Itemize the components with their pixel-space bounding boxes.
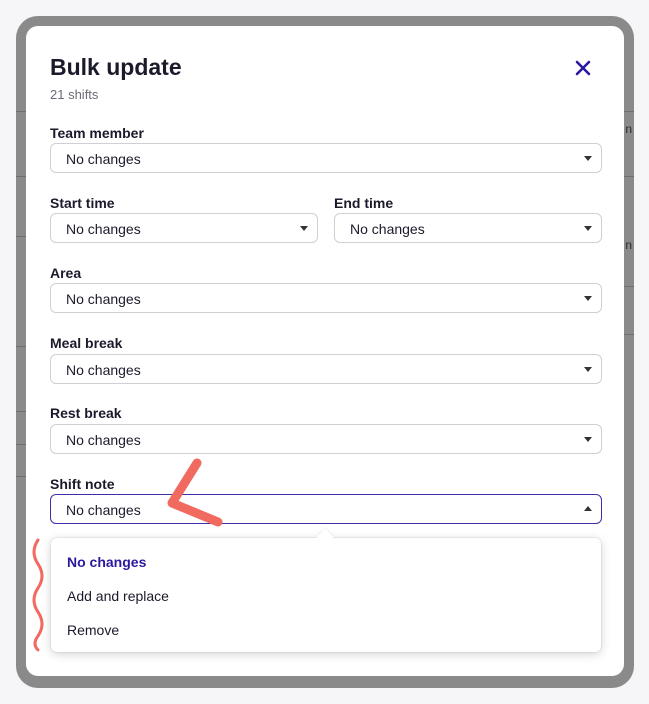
option-no-changes[interactable]: No changes — [67, 554, 146, 570]
shift-note-dropdown-menu: No changes Add and replace Remove — [51, 528, 601, 652]
team-member-label: Team member — [50, 125, 144, 141]
chevron-up-icon — [584, 506, 592, 511]
option-remove[interactable]: Remove — [67, 622, 119, 638]
chevron-down-icon — [584, 226, 592, 231]
meal-break-value: No changes — [66, 362, 141, 378]
dialog-title: Bulk update — [50, 54, 182, 80]
area-value: No changes — [66, 291, 141, 307]
dropdown-pointer — [316, 528, 334, 546]
chevron-down-icon — [584, 156, 592, 161]
close-button[interactable] — [570, 55, 596, 81]
chevron-down-icon — [584, 296, 592, 301]
area-select[interactable]: No changes — [50, 283, 602, 313]
shift-note-select[interactable]: No changes — [50, 494, 602, 524]
background-text-fragment: n — [625, 238, 632, 252]
shift-note-value: No changes — [66, 502, 141, 518]
rest-break-select[interactable]: No changes — [50, 424, 602, 454]
chevron-down-icon — [584, 437, 592, 442]
start-time-value: No changes — [66, 221, 141, 237]
shift-note-label: Shift note — [50, 476, 115, 492]
meal-break-select[interactable]: No changes — [50, 354, 602, 384]
meal-break-label: Meal break — [50, 335, 123, 351]
bulk-update-dialog: Bulk update 21 shifts Team member No cha… — [26, 26, 624, 676]
background-text-fragment: n — [625, 122, 632, 136]
app-window: n n Bulk update 21 shifts Team member No… — [16, 16, 634, 688]
end-time-select[interactable]: No changes — [334, 213, 602, 243]
chevron-down-icon — [300, 226, 308, 231]
start-time-select[interactable]: No changes — [50, 213, 318, 243]
end-time-value: No changes — [350, 221, 425, 237]
start-time-label: Start time — [50, 195, 115, 211]
option-add-and-replace[interactable]: Add and replace — [67, 588, 169, 604]
rest-break-label: Rest break — [50, 405, 122, 421]
rest-break-value: No changes — [66, 432, 141, 448]
chevron-down-icon — [584, 367, 592, 372]
team-member-select[interactable]: No changes — [50, 143, 602, 173]
team-member-value: No changes — [66, 151, 141, 167]
end-time-label: End time — [334, 195, 394, 211]
dialog-subtitle: 21 shifts — [50, 87, 99, 102]
area-label: Area — [50, 265, 82, 281]
close-icon — [575, 60, 591, 76]
